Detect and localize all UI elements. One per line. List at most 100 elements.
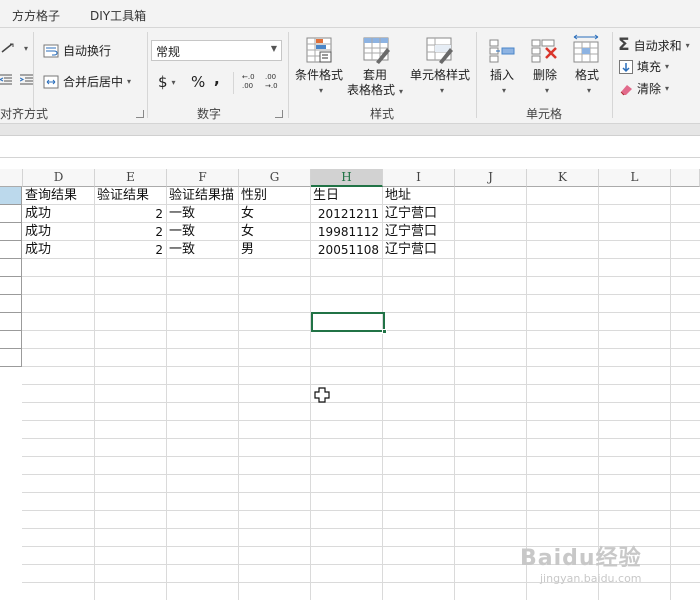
cell-f[interactable]: 一致 [169,241,239,259]
comma-button[interactable]: , [214,70,220,88]
cell-f-header[interactable]: 验证结果描 [169,187,239,205]
cell-i[interactable]: 辽宁营口 [385,223,455,241]
fill-handle[interactable] [382,329,387,334]
column-header-e[interactable]: E [95,169,167,187]
cell-h-header[interactable]: 生日 [313,187,383,205]
column-header-h[interactable]: H [311,169,383,187]
clear-label: 清除 [637,82,662,96]
decrease-decimal-button[interactable]: .00 →.0 [263,72,281,90]
alignment-dialog-launcher-icon[interactable] [136,110,144,118]
row-header[interactable] [0,295,22,313]
column-header-g[interactable]: G [239,169,311,187]
format-as-table-label-1: 套用 [362,68,387,82]
cell-i[interactable]: 辽宁营口 [385,241,455,259]
cell-d[interactable]: 成功 [25,241,95,259]
cell-h[interactable]: 20051108 [311,241,382,259]
insert-cells-button[interactable]: 插入 ▾ [483,68,521,98]
svg-text:.00: .00 [242,82,253,90]
cell-e[interactable]: 2 [95,223,166,241]
fill-button[interactable]: 填充 ▾ [619,58,669,75]
row-header[interactable] [0,205,22,223]
cell-g[interactable]: 男 [241,241,311,259]
cell-g[interactable]: 女 [241,205,311,223]
column-header-i[interactable]: I [383,169,455,187]
format-cells-button[interactable]: 格式 ▾ [568,68,606,98]
row-header[interactable] [0,259,22,277]
fill-label: 填充 [637,60,662,74]
cell-h[interactable]: 19981112 [311,223,382,241]
alignment-group-label: 对齐方式 [0,107,49,121]
column-header-l[interactable]: L [599,169,671,187]
watermark-brand: Baidu经验 [520,546,642,571]
decrease-decimal-icon: .00→.0 [265,73,278,90]
tab-fangfanggezi[interactable]: 方方格子 [12,7,60,24]
conditional-format-label: 条件格式 [294,68,343,82]
format-as-table-button[interactable]: 套用 表格格式 ▾ [344,68,406,99]
column-header-d[interactable]: D [23,169,95,187]
row-header[interactable] [0,223,22,241]
wrap-text-button[interactable]: 自动换行 [43,42,111,59]
active-cell-selection[interactable] [311,312,387,334]
orientation-button[interactable]: ▾ [0,42,28,54]
wrap-text-label: 自动换行 [63,44,112,58]
cell-e[interactable]: 2 [95,205,166,223]
merge-dropdown-icon[interactable]: ▾ [127,77,131,86]
column-header-f[interactable]: F [167,169,239,187]
cell-e[interactable]: 2 [95,241,166,259]
percent-button[interactable]: % [191,73,205,91]
increase-decimal-button[interactable]: ←.0.00 [240,72,258,90]
format-as-table-label-2: 表格格式 [346,83,395,97]
tab-diy-toolbox[interactable]: DIY工具箱 [90,7,146,24]
clear-button[interactable]: 清除 ▾ [619,80,669,97]
spreadsheet-window: 方方格子 DIY工具箱 ▾ 自动换行 合并后居中 ▾ 对齐方式 常规 ▼ $ ▾… [0,0,700,600]
merge-center-label: 合并后居中 [63,75,124,89]
cell-g[interactable]: 女 [241,223,311,241]
cell-i-header[interactable]: 地址 [385,187,455,205]
row-header[interactable] [0,277,22,295]
cell-d[interactable]: 成功 [25,223,95,241]
cell-g-header[interactable]: 性别 [241,187,311,205]
number-format-select[interactable]: 常规 ▼ [151,40,282,61]
cell-f[interactable]: 一致 [169,223,239,241]
chevron-down-icon: ▼ [270,44,277,53]
svg-text:→.0: →.0 [265,82,278,90]
cell-styles-icon [425,36,453,67]
select-all-corner[interactable] [0,169,23,187]
cell-d[interactable]: 成功 [25,205,95,223]
styles-group-label: 样式 [370,107,395,121]
cells-group-label: 单元格 [526,107,563,121]
watermark-url: jingyan.baidu.com [540,572,642,585]
column-header-m[interactable] [671,169,700,187]
column-header-k[interactable]: K [527,169,599,187]
row-header[interactable] [0,331,22,349]
svg-text:←.0: ←.0 [242,73,255,81]
cell-h[interactable]: 20121211 [311,205,382,223]
currency-button[interactable]: $ ▾ [158,73,176,91]
cell-styles-button[interactable]: 单元格样式 ▾ [408,68,472,98]
cell-i[interactable]: 辽宁营口 [385,205,455,223]
conditional-format-button[interactable]: 条件格式 ▾ [293,68,345,98]
delete-cells-button[interactable]: 删除 ▾ [526,68,564,98]
number-dialog-launcher-icon[interactable] [275,110,283,118]
insert-cells-label: 插入 [489,68,514,82]
cell-e-header[interactable]: 验证结果 [97,187,167,205]
delete-cells-label: 删除 [532,68,557,82]
row-header[interactable] [0,349,22,367]
column-header-j[interactable]: J [455,169,527,187]
ribbon-gap [0,124,700,136]
autosum-button[interactable]: Σ 自动求和 ▾ [618,35,690,55]
eraser-icon [620,84,632,95]
row-header[interactable] [0,313,22,331]
merge-center-button[interactable]: 合并后居中 ▾ [43,73,131,90]
row-header[interactable] [0,241,22,259]
ribbon: ▾ 自动换行 合并后居中 ▾ 对齐方式 常规 ▼ $ ▾ % , ←.0 .00… [0,28,700,124]
number-group-label: 数字 [197,107,222,121]
formula-bar[interactable] [0,136,700,158]
comma-icon: , [214,70,220,88]
percent-icon: % [191,73,206,91]
currency-icon: $ [158,73,168,91]
orientation-icon [1,43,14,53]
row-header[interactable] [0,187,22,205]
cell-f[interactable]: 一致 [169,205,239,223]
cell-d-header[interactable]: 查询结果 [25,187,95,205]
